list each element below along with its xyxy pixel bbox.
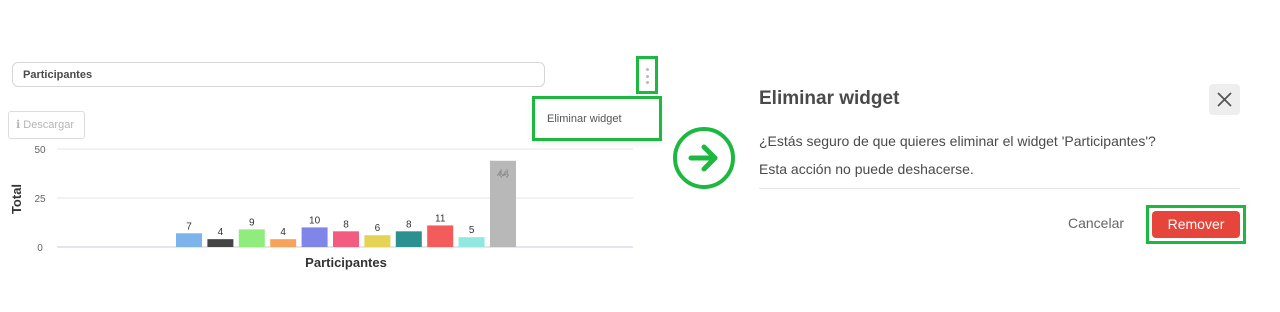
chart-bar bbox=[427, 225, 454, 247]
data-label: 5 bbox=[469, 225, 475, 236]
data-label: 10 bbox=[309, 215, 321, 226]
y-tick-label: 50 bbox=[34, 145, 46, 156]
widget-title-field[interactable]: Participantes bbox=[12, 62, 545, 87]
data-label: 6 bbox=[375, 223, 381, 234]
close-button[interactable] bbox=[1209, 84, 1240, 115]
remove-highlight: Remover bbox=[1146, 205, 1246, 244]
close-icon bbox=[1217, 92, 1232, 107]
y-axis-label: Total bbox=[9, 184, 24, 214]
data-label: 11 bbox=[435, 213, 446, 224]
chart-bar bbox=[458, 237, 485, 247]
data-label: 44 bbox=[497, 169, 509, 180]
confirm-question: ¿Estás seguro de que quieres eliminar el… bbox=[759, 133, 1156, 149]
x-axis-label: Participantes bbox=[305, 255, 387, 270]
data-label: 9 bbox=[249, 217, 255, 228]
y-tick-label: 25 bbox=[34, 194, 46, 205]
chart-bar bbox=[364, 235, 391, 247]
widget-options-menu: Eliminar widget bbox=[532, 96, 662, 141]
data-label: 8 bbox=[406, 219, 412, 230]
data-label: 7 bbox=[186, 221, 192, 232]
chart-svg: Total Participantes 50 25 0 7 4 9 4 10 8 6 8 11 5 44 bbox=[9, 145, 633, 270]
chart-bar bbox=[270, 239, 297, 247]
participants-chart: Total Participantes 50 25 0 7 4 9 4 10 8 6 8 11 5 44 bbox=[0, 140, 640, 280]
modal-title: Eliminar widget bbox=[759, 88, 900, 109]
data-label: 4 bbox=[280, 227, 286, 238]
data-label: 4 bbox=[218, 227, 224, 238]
data-label: 8 bbox=[343, 219, 349, 230]
chart-bar bbox=[238, 229, 265, 247]
chart-bar bbox=[301, 227, 328, 247]
modal-divider bbox=[759, 188, 1240, 189]
cancel-button[interactable]: Cancelar bbox=[1068, 215, 1124, 231]
widget-options-button[interactable] bbox=[636, 56, 658, 94]
download-label: Descargar bbox=[23, 119, 74, 131]
menu-item-eliminar-widget[interactable]: Eliminar widget bbox=[547, 113, 622, 125]
download-button[interactable]: ℹ Descargar bbox=[8, 111, 85, 139]
chart-bar bbox=[333, 231, 359, 247]
y-tick-label: 0 bbox=[37, 243, 43, 254]
info-icon: ℹ bbox=[16, 119, 21, 131]
remove-button[interactable]: Remover bbox=[1152, 211, 1240, 238]
chart-bar bbox=[176, 233, 202, 247]
chart-bar bbox=[395, 231, 422, 247]
kebab-menu-icon bbox=[645, 68, 649, 84]
chart-bar bbox=[207, 239, 234, 247]
arrow-right-circle-icon bbox=[673, 127, 735, 189]
confirm-note: Esta acción no puede deshacerse. bbox=[759, 161, 974, 177]
